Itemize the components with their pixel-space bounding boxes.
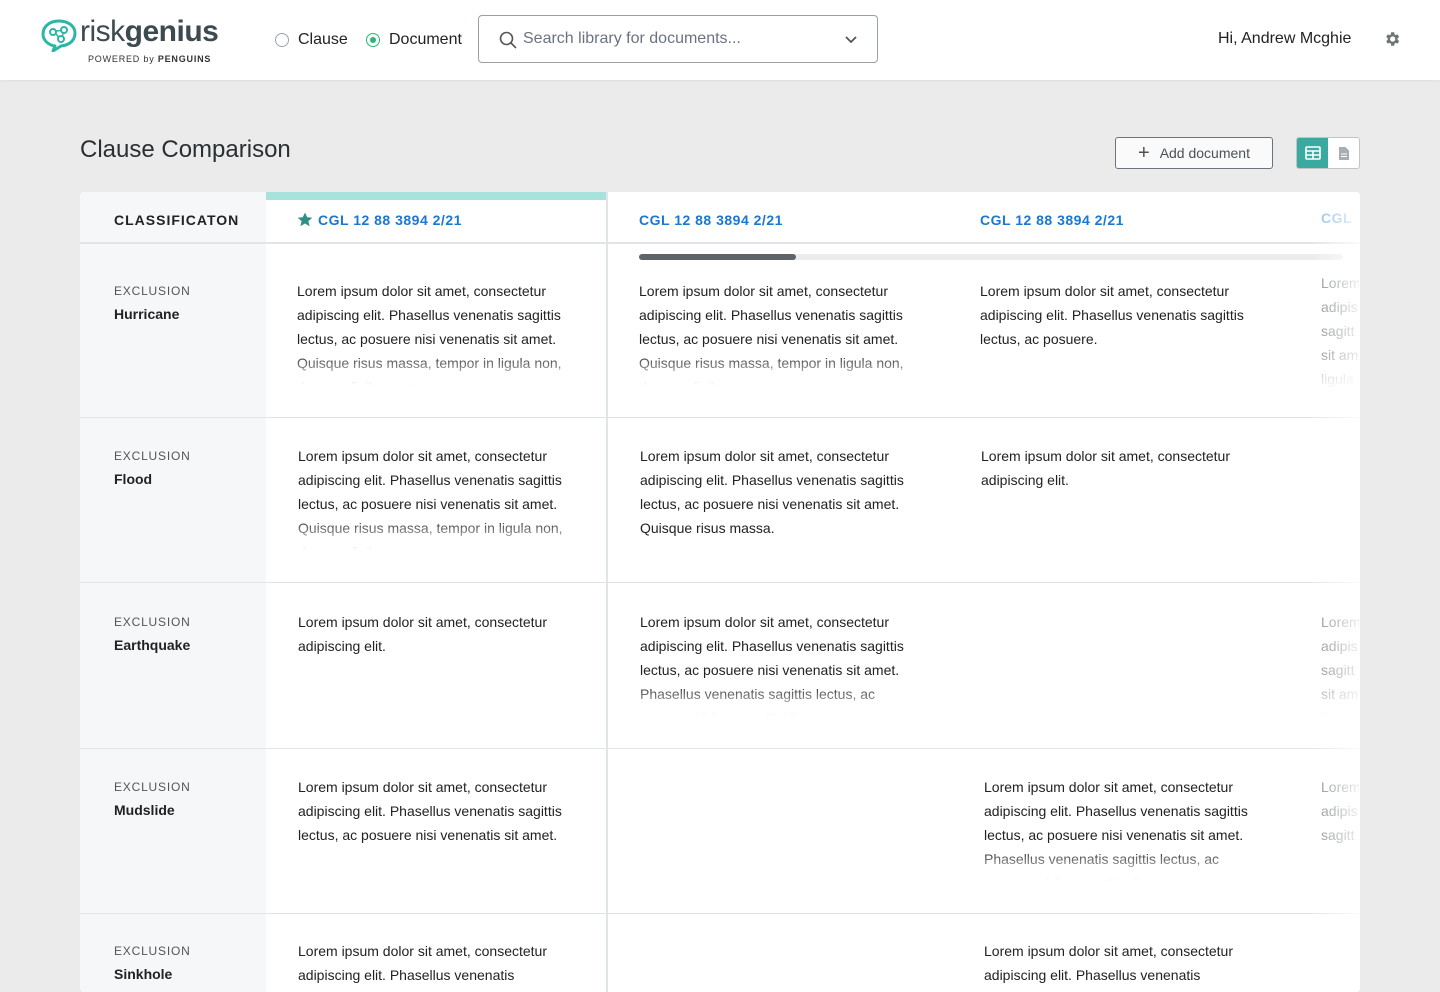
row-classification-type: EXCLUSION [114, 449, 191, 463]
plus-icon: + [1138, 142, 1150, 164]
logo-tagline: POWERED by PENGUINS [88, 54, 211, 64]
row-classification-name: Sinkhole [114, 966, 173, 982]
table-view-button[interactable] [1297, 138, 1328, 168]
clause-cell[interactable]: Lorem adipis sagitt [1321, 775, 1359, 881]
clause-cell[interactable]: Lorem ipsum dolor sit amet, consectetur … [640, 610, 920, 716]
table-view-icon [1304, 146, 1321, 160]
clause-cell[interactable] [640, 939, 920, 992]
library-search[interactable] [478, 15, 878, 63]
user-greeting[interactable]: Hi, Andrew Mcghie [1218, 30, 1351, 48]
clause-cell[interactable]: Lorem adipis sagitt sit am ligula [1321, 271, 1359, 391]
clause-cell[interactable] [640, 775, 920, 881]
document-column-label: CGL 12 88 3894 2/21 [318, 212, 462, 228]
view-toggle [1296, 137, 1360, 169]
star-icon[interactable] [297, 212, 313, 227]
row-classification-type: EXCLUSION [114, 284, 191, 298]
row-classification-name: Mudslide [114, 802, 175, 818]
search-icon [499, 31, 517, 49]
mode-radio-label: Document [389, 31, 462, 48]
row-classification-name: Hurricane [114, 306, 180, 322]
document-column-header[interactable]: CGL 12 88 3894 2/21 [297, 212, 462, 228]
clause-cell[interactable]: Lorem ipsum dolor sit amet, consectetur … [981, 444, 1261, 550]
clause-cell[interactable] [981, 610, 1261, 716]
row-classification-name: Earthquake [114, 637, 191, 653]
primary-document-accent [266, 192, 606, 200]
clause-cell[interactable]: Lorem ipsum dolor sit amet, consectetur … [298, 775, 578, 881]
add-document-button[interactable]: + Add document [1115, 137, 1273, 169]
row-divider [80, 913, 1360, 914]
logo-wordmark: riskgenius [80, 14, 219, 50]
scrollbar-thumb[interactable] [639, 254, 796, 260]
mode-radio-document[interactable]: Document [366, 30, 462, 50]
radio-button-checked[interactable] [366, 33, 380, 47]
horizontal-scrollbar[interactable] [639, 254, 1343, 260]
comparison-table: CLASSIFICATON CGL 12 88 3894 2/21 CGL 12… [80, 192, 1360, 992]
logo-tagline-prefix: POWERED by [88, 54, 155, 64]
mode-radio-clause[interactable]: Clause [275, 30, 348, 50]
row-divider [80, 748, 1360, 749]
chevron-down-icon[interactable] [845, 36, 857, 44]
clause-cell[interactable]: Lorem ipsum dolor sit amet, consectetur … [639, 279, 919, 385]
brain-logo-icon [41, 19, 77, 52]
pinned-column-divider [606, 192, 608, 992]
clause-cell[interactable]: Lorem ipsum dolor sit amet, consectetur … [298, 610, 578, 716]
clause-cell[interactable]: Lorem ipsum dolor sit amet, consectetur … [298, 444, 578, 550]
clause-cell[interactable]: Lorem ipsum dolor sit amet, consectetur … [640, 444, 920, 550]
document-column-header[interactable]: CGL 12 88 3894 2/21 [639, 212, 783, 228]
document-column-header[interactable]: CGL 12 88 3894 2/21 [980, 212, 1124, 228]
radio-button-unchecked[interactable] [275, 33, 289, 47]
row-classification-type: EXCLUSION [114, 615, 191, 629]
riskgenius-logo[interactable]: riskgenius POWERED by PENGUINS [40, 14, 230, 68]
page-title: Clause Comparison [80, 136, 291, 163]
logo-tagline-brand: PENGUINS [157, 54, 212, 64]
document-view-button[interactable] [1328, 138, 1359, 168]
top-header: riskgenius POWERED by PENGUINS Clause Do… [0, 0, 1440, 80]
row-classification-type: EXCLUSION [114, 944, 191, 958]
row-classification-name: Flood [114, 471, 153, 487]
clause-cell[interactable]: Lorem ipsum dolor sit amet, consectetur … [980, 279, 1260, 385]
row-divider [80, 582, 1360, 583]
classification-header: CLASSIFICATON [114, 212, 240, 228]
logo-word-light: risk [80, 15, 125, 48]
clause-cell[interactable]: Lorem ipsum dolor sit amet, consectetur … [298, 939, 578, 992]
clause-cell[interactable] [1321, 444, 1359, 550]
clause-cell[interactable]: Lorem adipis sagitt sit am ligula [1321, 610, 1359, 716]
header-divider [80, 242, 1360, 244]
clause-cell[interactable]: Lorem ipsum dolor sit amet, consectetur … [984, 939, 1264, 992]
add-document-label: Add document [1159, 145, 1250, 161]
row-classification-type: EXCLUSION [114, 780, 191, 794]
clause-cell[interactable]: Lorem ipsum dolor sit amet, consectetur … [297, 279, 577, 385]
logo-word-bold: genius [124, 15, 219, 48]
mode-radio-label: Clause [298, 31, 348, 48]
clause-cell[interactable]: Lorem ipsum dolor sit amet, consectetur … [984, 775, 1264, 881]
document-view-icon [1338, 146, 1349, 160]
document-column-header[interactable]: CGL [1321, 210, 1352, 226]
clause-cell[interactable] [1321, 939, 1359, 992]
row-divider [80, 417, 1360, 418]
gear-icon[interactable] [1383, 30, 1401, 48]
search-input[interactable] [523, 26, 823, 52]
